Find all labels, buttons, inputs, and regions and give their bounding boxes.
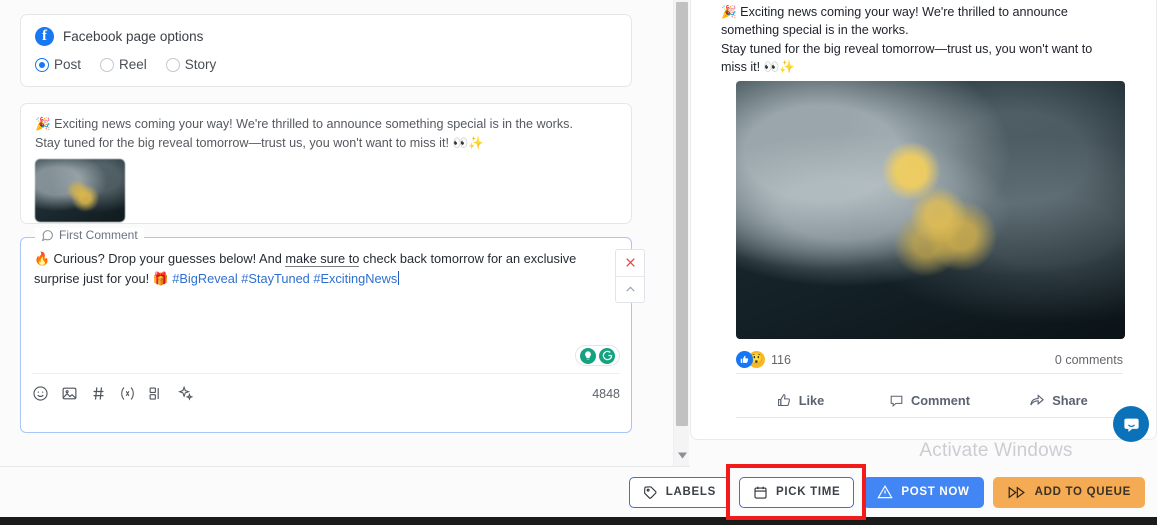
grammarly-g-icon[interactable] xyxy=(599,347,615,364)
text-caret xyxy=(397,271,400,285)
radio-label-story: Story xyxy=(184,57,217,72)
post-type-radio-group: Post Reel Story xyxy=(35,57,617,72)
first-comment-text-area[interactable]: 🔥 Curious? Drop your guesses below! And … xyxy=(34,249,614,289)
chevron-down-icon xyxy=(677,452,687,458)
first-comment-text: 🔥 Curious? Drop your guesses below! And … xyxy=(34,249,614,289)
tag-icon xyxy=(643,485,657,499)
calendar-icon xyxy=(754,486,767,499)
first-comment-hashtags: #BigReveal #StayTuned #ExcitingNews xyxy=(172,271,398,286)
preview-divider-top xyxy=(736,373,1123,374)
lightbulb-icon[interactable] xyxy=(580,347,596,364)
first-comment-text-part1: 🔥 Curious? Drop your guesses below! And xyxy=(34,251,286,266)
alert-icon xyxy=(877,484,894,499)
editor-column: f Facebook page options Post Reel Story xyxy=(0,0,672,466)
like-reaction-icon xyxy=(736,351,753,368)
close-icon xyxy=(625,258,635,268)
post-content-line-2: Stay tuned for the big reveal tomorrow—t… xyxy=(35,135,484,150)
queue-icon xyxy=(1008,485,1025,499)
messenger-chat-button[interactable] xyxy=(1113,406,1149,442)
preview-text-line-1: 🎉 Exciting news coming your way! We're t… xyxy=(721,5,1068,19)
bottom-action-bar: LABELS PICK TIME POST NOW ADD TO QUEUE xyxy=(0,463,1157,520)
labels-button-label: LABELS xyxy=(665,486,716,498)
radio-label-reel: Reel xyxy=(119,57,147,72)
template-icon[interactable] xyxy=(148,385,165,402)
comment-bubble-icon xyxy=(41,229,53,241)
labels-button[interactable]: LABELS xyxy=(628,476,730,508)
first-comment-text-underlined: make sure to xyxy=(285,251,360,267)
post-attachment-thumbnail[interactable] xyxy=(35,159,125,222)
share-arrow-icon xyxy=(1030,394,1045,406)
first-comment-legend-label: First Comment xyxy=(59,228,138,242)
post-now-button-label: POST NOW xyxy=(901,486,970,498)
close-comment-button[interactable] xyxy=(616,250,644,276)
radio-label-post: Post xyxy=(54,57,82,72)
reaction-icons: 😲 xyxy=(736,351,765,368)
facebook-page-options-card: f Facebook page options Post Reel Story xyxy=(20,14,632,87)
variable-icon[interactable] xyxy=(119,385,136,402)
first-comment-section: First Comment 🔥 Curious? Drop your guess… xyxy=(20,228,632,433)
thumbs-up-icon xyxy=(777,393,790,406)
watermark-title: Activate Windows xyxy=(919,440,1073,461)
preview-like-label: Like xyxy=(798,392,825,408)
preview-comment-count: 0 comments xyxy=(1054,352,1123,367)
post-now-button[interactable]: POST NOW xyxy=(863,476,984,508)
window-bottom-edge xyxy=(0,517,1157,525)
preview-post-text: 🎉 Exciting news coming your way! We're t… xyxy=(721,3,1138,76)
preview-post-image[interactable] xyxy=(736,81,1125,339)
facebook-post-preview-panel: 🎉 Exciting news coming your way! We're t… xyxy=(690,0,1157,440)
preview-text-line-2: something special is in the works. xyxy=(721,23,909,38)
editor-scrollbar-thumb[interactable] xyxy=(676,2,688,426)
hashtag-icon[interactable] xyxy=(90,385,107,402)
first-comment-divider xyxy=(32,373,620,374)
character-count: 4848 xyxy=(592,386,620,401)
pick-time-button-label: PICK TIME xyxy=(775,486,841,498)
preview-text-line-3: Stay tuned for the big reveal tomorrow—t… xyxy=(721,41,1093,56)
preview-stats-row: 😲 116 0 comments xyxy=(736,351,1123,368)
chevron-up-icon xyxy=(625,286,635,292)
first-comment-toolbar: 4848 xyxy=(32,385,620,402)
post-content-card[interactable]: 🎉 Exciting news coming your way! We're t… xyxy=(20,103,632,224)
preview-comment-button[interactable]: Comment xyxy=(865,393,994,408)
collapse-comment-button[interactable] xyxy=(616,277,644,303)
facebook-page-options-title: Facebook page options xyxy=(63,29,204,44)
first-comment-toolbar-icons xyxy=(32,385,194,402)
preview-divider-bottom xyxy=(736,417,1123,418)
grammarly-badge[interactable] xyxy=(575,345,620,366)
preview-share-button[interactable]: Share xyxy=(994,392,1123,408)
radio-dot-post-icon[interactable] xyxy=(35,57,49,72)
add-to-queue-button-label: ADD TO QUEUE xyxy=(1034,486,1131,498)
ai-sparkle-icon[interactable] xyxy=(177,385,194,402)
radio-option-reel[interactable]: Reel xyxy=(100,57,147,72)
editor-scrollbar[interactable] xyxy=(673,0,689,466)
pick-time-button[interactable]: PICK TIME xyxy=(738,476,855,508)
preview-reactions[interactable]: 😲 116 xyxy=(736,351,791,368)
reaction-count: 116 xyxy=(771,352,791,367)
radio-dot-reel-icon[interactable] xyxy=(100,57,115,72)
preview-share-label: Share xyxy=(1052,392,1088,408)
comment-bubble-icon xyxy=(890,395,903,407)
preview-text-line-4: miss it! 👀✨ xyxy=(721,59,796,74)
radio-option-post[interactable]: Post xyxy=(35,57,81,72)
facebook-icon: f xyxy=(35,27,54,46)
facebook-page-options-header: f Facebook page options xyxy=(35,27,617,46)
add-to-queue-button[interactable]: ADD TO QUEUE xyxy=(992,476,1145,508)
post-content-line-1: 🎉 Exciting news coming your way! We're t… xyxy=(35,117,573,131)
radio-dot-story-icon[interactable] xyxy=(165,57,180,72)
app-root: f Facebook page options Post Reel Story xyxy=(0,0,1157,525)
image-icon[interactable] xyxy=(61,385,78,402)
preview-action-row: Like Comment Share xyxy=(736,383,1123,417)
pick-time-wrapper: PICK TIME xyxy=(725,463,867,520)
first-comment-legend: First Comment xyxy=(35,228,144,242)
scroll-down-button[interactable] xyxy=(674,446,690,464)
emoji-icon[interactable] xyxy=(32,385,49,402)
radio-option-story[interactable]: Story xyxy=(165,57,217,72)
preview-like-button[interactable]: Like xyxy=(736,393,865,408)
first-comment-side-controls xyxy=(615,249,645,303)
messenger-chat-icon xyxy=(1123,418,1139,432)
preview-comment-label: Comment xyxy=(910,392,970,408)
